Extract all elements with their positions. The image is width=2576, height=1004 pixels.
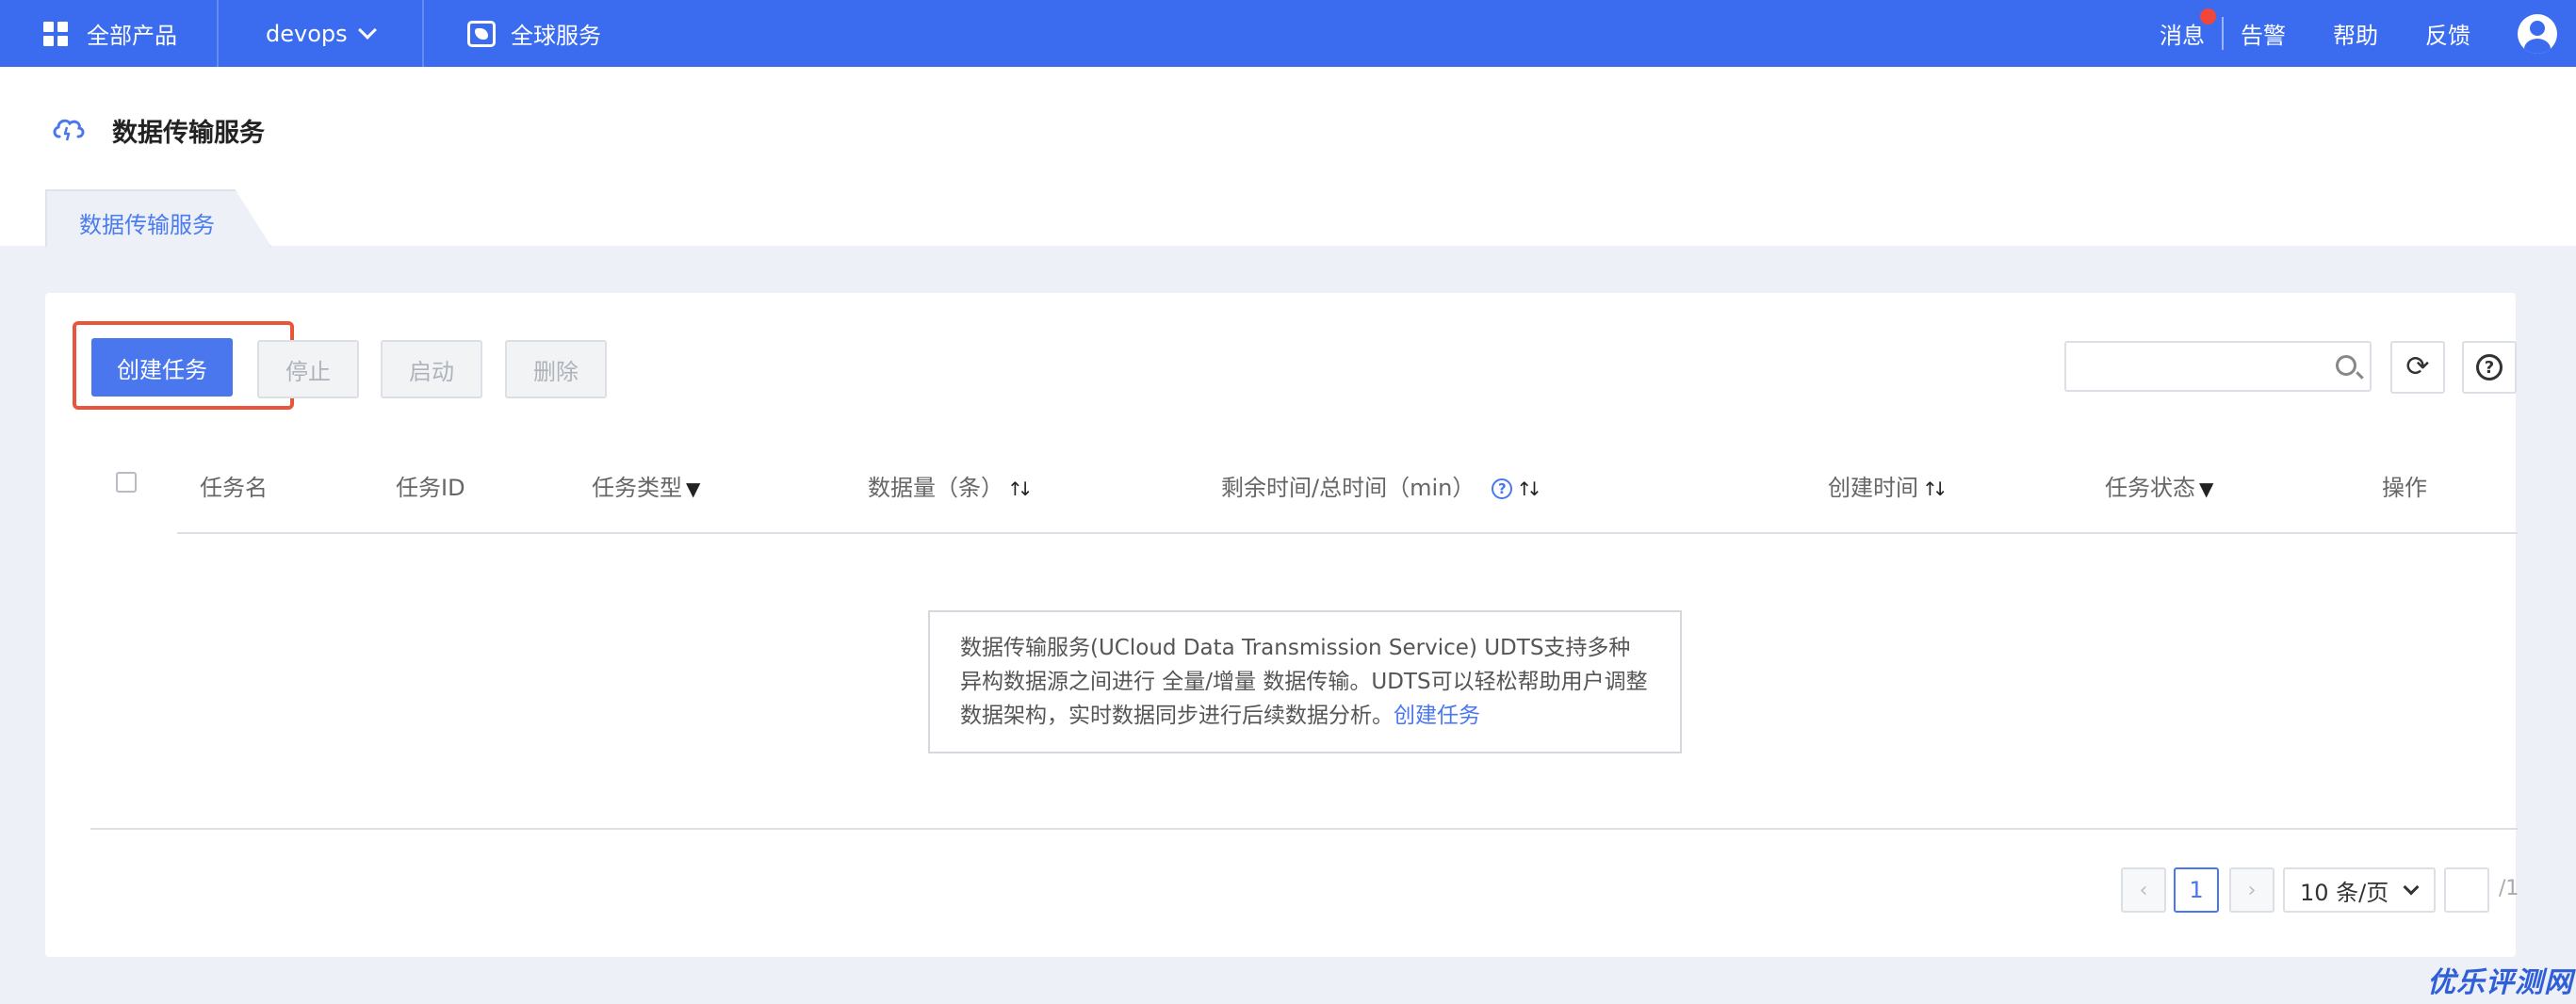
- cloud-transfer-icon: [53, 119, 85, 141]
- create-task-button[interactable]: 创建任务: [91, 338, 233, 397]
- column-header-label: 任务类型: [592, 475, 682, 501]
- column-header-label: 创建时间: [1828, 475, 1918, 501]
- globe-icon: [467, 20, 496, 47]
- sort-icon[interactable]: ↑↓: [1922, 478, 1948, 500]
- help-icon: ?: [2476, 354, 2503, 381]
- top-right-links: 消息 告警 帮助 反馈: [2160, 0, 2576, 67]
- filter-icon[interactable]: ▼: [686, 478, 700, 500]
- column-header-label: 数据量（条）: [868, 475, 1003, 501]
- column-header-data-volume[interactable]: 数据量（条） ↑↓: [868, 469, 1033, 502]
- search-icon[interactable]: [2336, 355, 2356, 376]
- alerts-link[interactable]: 告警: [2241, 17, 2286, 50]
- stop-button[interactable]: 停止: [257, 340, 359, 398]
- page-title: 数据传输服务: [112, 119, 265, 148]
- chevron-down-icon: [2403, 879, 2420, 896]
- top-navigation-bar: 全部产品 devops 全球服务 消息 告警 帮助 反馈: [0, 0, 2576, 67]
- column-header-created-time[interactable]: 创建时间 ↑↓: [1828, 469, 1948, 502]
- refresh-icon: ⟳: [2405, 350, 2430, 383]
- column-header-task-status[interactable]: 任务状态 ▼: [2105, 469, 2213, 502]
- global-services-menu[interactable]: 全球服务: [424, 0, 601, 67]
- messages-label: 消息: [2160, 23, 2205, 49]
- column-header-label: 任务状态: [2105, 475, 2195, 501]
- select-all-checkbox[interactable]: [116, 472, 137, 493]
- table-footer-divider: [90, 828, 2518, 830]
- page-header: 数据传输服务 数据传输服务: [0, 67, 2576, 247]
- refresh-button[interactable]: ⟳: [2390, 341, 2445, 394]
- total-pages-label: /1: [2499, 877, 2519, 900]
- all-products-label: 全部产品: [87, 23, 177, 49]
- help-button[interactable]: ?: [2462, 341, 2517, 394]
- column-header-task-id: 任务ID: [396, 469, 465, 502]
- next-page-button[interactable]: ›: [2229, 867, 2274, 913]
- tab-data-transfer-service[interactable]: 数据传输服务: [45, 189, 271, 247]
- user-avatar[interactable]: [2518, 13, 2557, 54]
- column-header-remaining-time[interactable]: 剩余时间/总时间（min）? ↑↓: [1221, 469, 1542, 502]
- page-size-select[interactable]: 10 条/页: [2283, 867, 2436, 913]
- column-header-label: 任务名: [200, 475, 268, 501]
- sort-icon[interactable]: ↑↓: [1516, 478, 1541, 500]
- feedback-link[interactable]: 反馈: [2425, 17, 2470, 50]
- question-icon[interactable]: ?: [1492, 478, 1513, 499]
- notification-badge: [2200, 8, 2216, 24]
- watermark-text: 优乐评测网: [2427, 966, 2573, 999]
- chevron-down-icon: [357, 20, 377, 40]
- column-header-label: 剩余时间/总时间（min）: [1221, 475, 1475, 501]
- column-header-label: 任务ID: [396, 475, 465, 501]
- empty-state-text: 数据传输服务(UCloud Data Transmission Service)…: [960, 636, 1648, 728]
- start-button[interactable]: 启动: [381, 340, 482, 398]
- messages-link[interactable]: 消息: [2160, 8, 2224, 50]
- column-header-label: 操作: [2382, 475, 2427, 501]
- search-input[interactable]: [2064, 341, 2372, 392]
- column-header-actions: 操作: [2382, 469, 2427, 502]
- sort-icon[interactable]: ↑↓: [1007, 478, 1033, 500]
- delete-button[interactable]: 删除: [505, 340, 607, 398]
- prev-page-button[interactable]: ‹: [2121, 867, 2166, 913]
- task-list-card: 创建任务 停止 启动 删除 ⟳ ? 任务名 任务ID 任务类型 ▼ 数据量（条） ↑…: [45, 293, 2519, 957]
- help-link[interactable]: 帮助: [2333, 17, 2378, 50]
- all-products-menu[interactable]: 全部产品: [0, 0, 219, 67]
- table-header-divider: [177, 532, 2518, 534]
- grid-icon: [43, 21, 68, 46]
- column-header-task-name: 任务名: [200, 469, 268, 502]
- page-number-button[interactable]: 1: [2174, 867, 2219, 913]
- project-selector[interactable]: devops: [219, 0, 424, 67]
- filter-icon[interactable]: ▼: [2199, 478, 2213, 500]
- empty-state-message: 数据传输服务(UCloud Data Transmission Service)…: [928, 610, 1682, 753]
- global-services-label: 全球服务: [511, 23, 601, 49]
- column-header-task-type[interactable]: 任务类型 ▼: [592, 469, 700, 502]
- page-size-label: 10 条/页: [2300, 879, 2389, 906]
- page-jump-input[interactable]: [2444, 867, 2489, 913]
- project-label: devops: [266, 20, 348, 47]
- create-task-link[interactable]: 创建任务: [1394, 704, 1480, 728]
